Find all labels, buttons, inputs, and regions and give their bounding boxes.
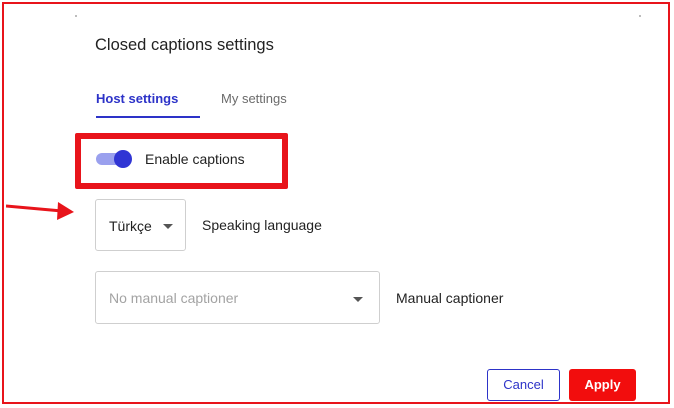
speaking-language-label: Speaking language xyxy=(202,217,322,233)
red-arrow-icon xyxy=(6,202,74,220)
manual-captioner-label: Manual captioner xyxy=(396,290,504,306)
tab-host-settings[interactable]: Host settings xyxy=(96,91,178,106)
artifact-dot xyxy=(75,15,77,17)
toggle-thumb xyxy=(114,150,132,168)
enable-captions-label: Enable captions xyxy=(145,151,245,167)
speaking-language-value: Türkçe xyxy=(109,218,152,234)
chevron-down-icon xyxy=(163,224,173,229)
speaking-language-select[interactable]: Türkçe xyxy=(95,199,186,251)
cancel-button[interactable]: Cancel xyxy=(487,369,560,401)
enable-captions-toggle[interactable] xyxy=(96,149,134,169)
chevron-down-icon xyxy=(353,297,363,302)
dialog-title: Closed captions settings xyxy=(95,36,274,54)
apply-button[interactable]: Apply xyxy=(569,369,636,401)
artifact-dot xyxy=(639,15,641,17)
active-tab-indicator xyxy=(96,116,200,118)
manual-captioner-select[interactable]: No manual captioner xyxy=(95,271,380,324)
tab-my-settings[interactable]: My settings xyxy=(221,91,287,106)
manual-captioner-placeholder: No manual captioner xyxy=(109,290,239,306)
